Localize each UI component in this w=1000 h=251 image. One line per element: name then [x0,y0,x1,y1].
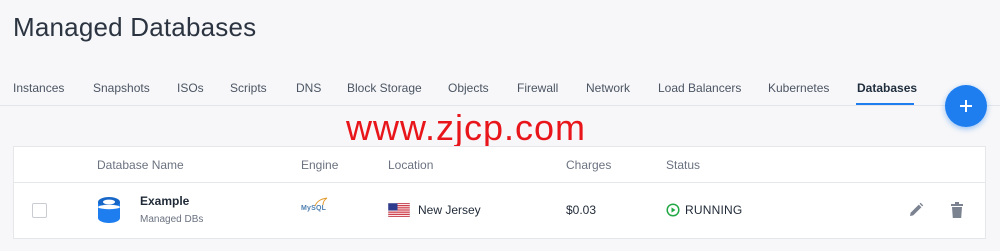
plus-icon [960,100,972,112]
column-header-database-name[interactable]: Database Name [97,158,184,172]
tab-kubernetes[interactable]: Kubernetes [768,81,829,95]
database-name-link[interactable]: Example [140,194,189,208]
nav-tabs: Instances Snapshots ISOs Scripts DNS Blo… [0,80,1000,106]
us-flag-icon [388,203,410,217]
database-icon [98,197,120,223]
database-subtitle: Managed DBs [140,214,204,225]
tab-block-storage[interactable]: Block Storage [347,81,422,95]
status-badge: RUNNING [685,203,743,217]
edit-pencil-icon[interactable] [907,201,925,219]
active-tab-indicator [856,103,914,105]
mysql-logo-icon: MySQL [301,197,328,212]
table-header: Database Name Engine Location Charges St… [14,147,985,183]
column-header-engine[interactable]: Engine [301,158,338,172]
delete-trash-icon[interactable] [949,201,965,219]
column-header-location[interactable]: Location [388,158,433,172]
tab-databases[interactable]: Databases [857,81,917,95]
watermark: www.zjcp.com [346,107,587,148]
table-row[interactable]: Example Managed DBs MySQL New Jersey $0.… [14,183,985,239]
tab-load-balancers[interactable]: Load Balancers [658,81,741,95]
tab-network[interactable]: Network [586,81,630,95]
tab-instances[interactable]: Instances [13,81,64,95]
databases-table: Database Name Engine Location Charges St… [13,146,986,239]
page-title: Managed Databases [13,12,257,42]
column-header-status[interactable]: Status [666,158,700,172]
tab-objects[interactable]: Objects [448,81,489,95]
add-button[interactable] [945,85,987,127]
tab-snapshots[interactable]: Snapshots [93,81,150,95]
location-value: New Jersey [418,203,481,217]
charges-value: $0.03 [566,203,597,217]
tab-dns[interactable]: DNS [296,81,321,95]
tab-scripts[interactable]: Scripts [230,81,267,95]
dolphin-icon [314,197,328,207]
tab-isos[interactable]: ISOs [177,81,204,95]
tab-firewall[interactable]: Firewall [517,81,558,95]
running-status-icon [666,203,680,217]
row-checkbox[interactable] [32,203,47,218]
column-header-charges[interactable]: Charges [566,158,611,172]
